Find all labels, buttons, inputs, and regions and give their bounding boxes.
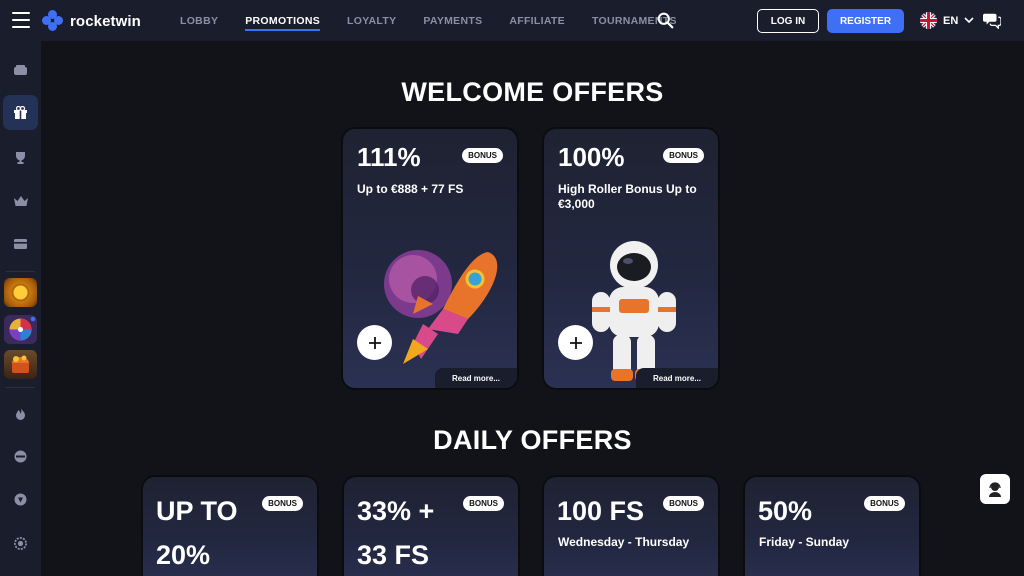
- offer-headline: 50%: [758, 496, 813, 526]
- nav-payments[interactable]: PAYMENTS: [423, 0, 482, 41]
- coin-game-tile[interactable]: [4, 278, 37, 307]
- crown-icon[interactable]: [10, 190, 31, 211]
- top-bar: rocketwin LOBBY PROMOTIONS LOYALTY PAYME…: [0, 0, 1024, 41]
- bonus-badge: BONUS: [262, 496, 303, 511]
- language-selector[interactable]: EN: [920, 12, 974, 29]
- fire-icon[interactable]: [10, 403, 31, 424]
- rocket-illustration: [384, 250, 498, 364]
- add-offer-button[interactable]: [558, 325, 593, 360]
- logo-text: rocketwin: [70, 12, 141, 30]
- gift-icon[interactable]: [10, 102, 31, 123]
- offer-headline: 33% + 33 FS: [357, 489, 434, 576]
- daily-offer-card[interactable]: UP TO 20% BONUS: [141, 475, 319, 576]
- card-icon[interactable]: [10, 233, 31, 254]
- offer-days: Wednesday - Thursday: [558, 535, 690, 549]
- settings-icon[interactable]: [10, 533, 31, 554]
- nav-loyalty[interactable]: LOYALTY: [347, 0, 396, 41]
- welcome-offer-card[interactable]: 100% BONUS High Roller Bonus Up to €3,00…: [542, 127, 720, 390]
- chat-icon[interactable]: [983, 11, 1001, 29]
- sports-icon[interactable]: [10, 446, 31, 467]
- daily-offers-title: DAILY OFFERS: [433, 425, 632, 455]
- uk-flag-icon: [920, 12, 937, 29]
- offer-description: High Roller Bonus Up to €3,000: [558, 182, 697, 211]
- nav-promotions[interactable]: PROMOTIONS: [245, 0, 320, 41]
- wheel-game-tile[interactable]: [4, 315, 37, 344]
- logo[interactable]: rocketwin: [42, 10, 141, 32]
- welcome-offers-title: WELCOME OFFERS: [401, 77, 664, 107]
- nav-affiliate[interactable]: AFFILIATE: [509, 0, 565, 41]
- offer-headline: UP TO 20%: [156, 489, 238, 576]
- offer-headline-line-2: 33 FS: [357, 540, 430, 570]
- search-icon[interactable]: [657, 12, 674, 29]
- sidebar: [0, 41, 41, 576]
- chip-icon[interactable]: [10, 489, 31, 510]
- login-button[interactable]: LOG IN: [757, 9, 819, 33]
- register-button[interactable]: REGISTER: [827, 9, 904, 33]
- offer-percent: 100%: [558, 142, 625, 172]
- bonus-badge: BONUS: [864, 496, 905, 511]
- logo-mark-icon: [42, 10, 64, 32]
- chevron-down-icon: [964, 17, 974, 24]
- read-more-link[interactable]: Read more...: [636, 368, 718, 388]
- plus-icon: [569, 336, 582, 349]
- bonus-badge: BONUS: [663, 496, 704, 511]
- offer-days: Friday - Sunday: [759, 535, 850, 549]
- add-offer-button[interactable]: [357, 325, 392, 360]
- offer-description: Up to €888 + 77 FS: [357, 182, 464, 196]
- nav-lobby[interactable]: LOBBY: [180, 0, 218, 41]
- plus-icon: [368, 336, 381, 349]
- language-code: EN: [943, 14, 959, 27]
- main-nav: LOBBY PROMOTIONS LOYALTY PAYMENTS AFFILI…: [180, 0, 704, 41]
- offer-headline-line-1: 33% +: [357, 496, 435, 526]
- bonus-badge: BONUS: [663, 148, 704, 163]
- offer-headline-line-2: 20%: [156, 540, 211, 570]
- bonus-badge: BONUS: [462, 148, 503, 163]
- offer-headline-line-1: UP TO: [156, 496, 238, 526]
- read-more-link[interactable]: Read more...: [435, 368, 517, 388]
- daily-offer-card[interactable]: 50% BONUS Friday - Sunday: [743, 475, 921, 576]
- bonus-badge: BONUS: [463, 496, 504, 511]
- trophy-icon[interactable]: [10, 147, 31, 168]
- daily-offer-card[interactable]: 33% + 33 FS BONUS: [342, 475, 520, 576]
- offer-percent: 111%: [357, 142, 421, 172]
- support-chat-button[interactable]: [980, 474, 1010, 504]
- sidebar-divider: [6, 271, 35, 272]
- support-agent-icon: [989, 482, 1001, 497]
- welcome-offer-card[interactable]: 111% BONUS Up to €888 + 77 FS Read more.…: [341, 127, 519, 390]
- offer-headline: 100 FS: [557, 496, 645, 526]
- slots-icon[interactable]: [10, 59, 31, 80]
- astronaut-illustration: [592, 241, 676, 381]
- treasure-game-tile[interactable]: [4, 350, 37, 379]
- menu-icon[interactable]: [12, 12, 30, 28]
- sidebar-divider: [6, 387, 35, 388]
- daily-offer-card[interactable]: 100 FS BONUS Wednesday - Thursday: [542, 475, 720, 576]
